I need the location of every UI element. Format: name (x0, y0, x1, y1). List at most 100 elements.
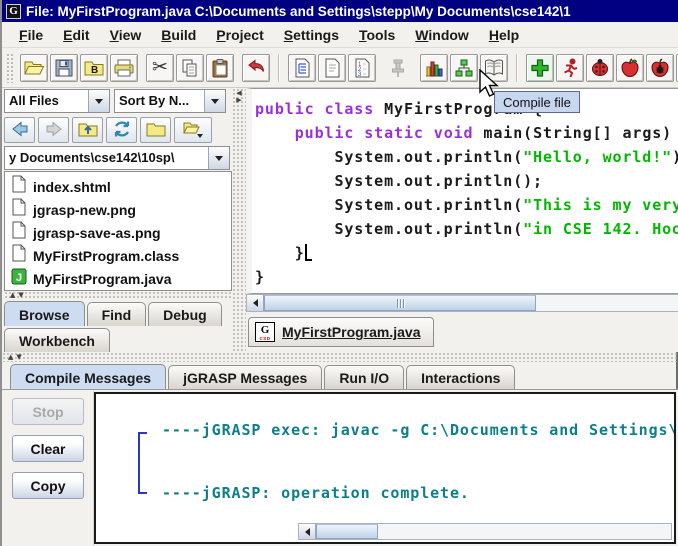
scroll-track[interactable] (536, 295, 678, 311)
file-list-item[interactable]: jgrasp-save-as.png (5, 221, 231, 244)
messages-button-column: Stop Clear Copy (2, 390, 94, 546)
output-line: ----jGRASP: operation complete. (162, 483, 674, 504)
file-list-item[interactable]: index.shtml (5, 175, 231, 198)
toolbar-button-copy[interactable] (176, 54, 204, 82)
nav-button-back-arrow[interactable] (4, 117, 35, 143)
browse-tabs: BrowseFindDebug Workbench (4, 300, 232, 352)
file-list-item[interactable]: JMyFirstProgram.java (5, 267, 231, 290)
csd-document-icon (291, 57, 313, 79)
file-list-item[interactable]: jgrasp-new.png (5, 198, 231, 221)
file-filter-combobox[interactable]: All Files (4, 89, 110, 113)
menu-bar: FileEditViewBuildProjectSettingsToolsWin… (2, 22, 678, 48)
menu-help[interactable]: Help (480, 24, 528, 46)
output-text: ----jGRASP exec: javac -g C:\Documents a… (96, 394, 674, 504)
messages-content: Stop Clear Copy ----jGRASP exec: javac -g … (2, 390, 678, 546)
back-arrow-icon (9, 118, 31, 143)
code-editor[interactable]: public class MyFirstProgram { public sta… (246, 88, 678, 294)
toolbar-button-folder-b[interactable]: B (80, 54, 108, 82)
menu-project[interactable]: Project (207, 24, 272, 46)
compile-output[interactable]: ----jGRASP exec: javac -g C:\Documents a… (94, 392, 676, 544)
menu-window[interactable]: Window (406, 24, 478, 46)
tab-interactions[interactable]: Interactions (406, 365, 515, 389)
menu-build[interactable]: Build (152, 24, 205, 46)
toolbar-button-paste[interactable] (206, 54, 234, 82)
vertical-splitter[interactable]: ◀▶ (232, 88, 246, 352)
tab-workbench[interactable]: Workbench (4, 328, 110, 352)
tab-debug[interactable]: Debug (148, 302, 222, 326)
toolbar-button-print[interactable] (110, 54, 138, 82)
menu-edit[interactable]: Edit (54, 24, 98, 46)
file-icon (11, 244, 27, 267)
scroll-left-button[interactable] (247, 295, 264, 311)
file-list-item[interactable]: MyFirstProgram.class (5, 244, 231, 267)
paste-icon (209, 57, 231, 79)
code-line: System.out.println(); (255, 169, 678, 193)
complexity-chart-icon (423, 57, 445, 79)
menu-file[interactable]: File (10, 24, 52, 46)
toolbar-button-cut[interactable]: ✂ (146, 54, 174, 82)
browse-nav-toolbar (4, 114, 232, 144)
toolbar-button-open-folder[interactable] (20, 54, 48, 82)
toolbar-drag-handle[interactable] (6, 53, 14, 83)
scroll-track[interactable] (378, 524, 671, 539)
editor-file-tab[interactable]: GCSD MyFirstProgram.java (248, 317, 434, 347)
nav-button-refresh[interactable] (106, 117, 137, 143)
toolbar-button-save[interactable] (50, 54, 78, 82)
copy-button[interactable]: Copy (12, 472, 84, 499)
directory-dropdown-button[interactable] (208, 147, 229, 169)
editor-hscrollbar[interactable] (246, 294, 678, 312)
chevron-down-icon (95, 99, 103, 104)
scroll-left-button[interactable] (299, 524, 316, 539)
menu-tools[interactable]: Tools (350, 24, 404, 46)
toolbar-separator (516, 54, 518, 82)
toolbar-button-uml-tree[interactable] (450, 54, 478, 82)
toolbar-button-ladybug[interactable] (586, 54, 614, 82)
nav-button-new-folder[interactable] (140, 117, 171, 143)
undo-icon (245, 57, 267, 79)
jgrasp-window: G File: MyFirstProgram.java C:\Documents… (0, 0, 678, 546)
toolbar-button-undo[interactable] (242, 54, 270, 82)
tab-jgrasp-messages[interactable]: jGRASP Messages (168, 365, 322, 389)
directory-value: y Documents\cse142\10sp\ (5, 147, 208, 169)
nav-button-open-folder-drop[interactable] (174, 117, 212, 143)
splitter-up-icon: ▲ (8, 354, 13, 361)
toolbar-button-compile-plus[interactable] (526, 54, 554, 82)
plain-document-icon (321, 57, 343, 79)
stop-button[interactable]: Stop (12, 398, 84, 425)
toolbar-button-plain-document[interactable] (318, 54, 346, 82)
file-filter-dropdown-button[interactable] (88, 90, 109, 112)
code-token: main(String[] args) { (483, 124, 678, 142)
tab-run-i-o[interactable]: Run I/O (324, 365, 404, 389)
toolbar-button-numbered-document[interactable]: 123 (348, 54, 376, 82)
messages-tabs: Compile MessagesjGRASP MessagesRun I/OIn… (2, 362, 678, 390)
output-hscrollbar[interactable] (298, 523, 672, 540)
pin-icon (387, 57, 409, 79)
toolbar-button-apple-bug[interactable] (646, 54, 674, 82)
scroll-thumb[interactable] (316, 524, 378, 539)
tab-browse[interactable]: Browse (4, 301, 85, 326)
tab-find[interactable]: Find (87, 302, 147, 326)
toolbar-button-run-man[interactable] (556, 54, 584, 82)
browse-splitter[interactable]: ▲▼ (4, 291, 232, 300)
nav-button-forward-arrow[interactable] (38, 117, 69, 143)
toolbar-button-complexity-chart[interactable] (420, 54, 448, 82)
toolbar-button-csd-document[interactable] (288, 54, 316, 82)
jgrasp-file-icon: GCSD (255, 322, 275, 342)
sort-dropdown-button[interactable] (204, 90, 225, 112)
scroll-thumb[interactable] (264, 295, 536, 311)
menu-settings[interactable]: Settings (275, 24, 348, 46)
sort-combobox[interactable]: Sort By N... (114, 89, 226, 113)
nav-button-up-folder[interactable] (72, 117, 103, 143)
horizontal-splitter[interactable]: ▲▼ (2, 352, 678, 362)
tab-compile-messages[interactable]: Compile Messages (10, 364, 166, 389)
tooltip: Compile file (494, 91, 580, 113)
refresh-icon (111, 118, 133, 143)
output-line (162, 462, 674, 483)
ladybug-icon (589, 57, 611, 79)
toolbar-button-pin[interactable] (384, 54, 412, 82)
clear-button[interactable]: Clear (12, 435, 84, 462)
menu-view[interactable]: View (101, 24, 151, 46)
directory-combobox[interactable]: y Documents\cse142\10sp\ (4, 146, 230, 170)
toolbar-button-apple[interactable] (616, 54, 644, 82)
sort-value: Sort By N... (115, 90, 204, 112)
